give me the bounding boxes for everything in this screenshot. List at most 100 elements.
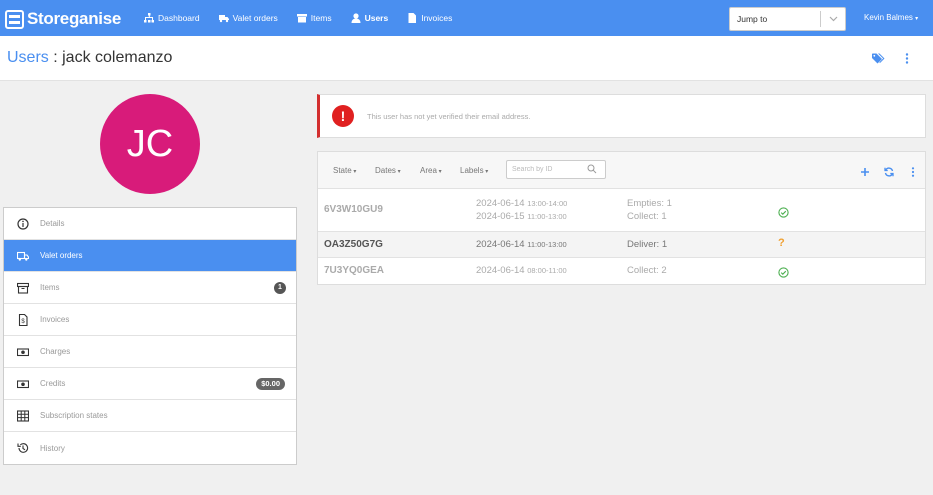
nav-dashboard[interactable]: Dashboard — [144, 13, 200, 23]
user-side-menu: Details Valet orders Items 1 $ Invoices … — [3, 207, 297, 465]
nav-items[interactable]: Items — [296, 13, 332, 23]
avatar: JC — [100, 94, 200, 194]
nav-valet-orders-label: Valet orders — [232, 13, 278, 23]
archive-icon — [296, 14, 307, 23]
breadcrumb-users[interactable]: Users — [7, 49, 49, 66]
truck-icon — [16, 249, 29, 262]
sidebar-item-label: Credits — [40, 379, 66, 388]
sidebar-item-subscription-states[interactable]: Subscription states — [4, 400, 296, 432]
truck-icon — [218, 15, 229, 23]
sidebar-item-details[interactable]: Details — [4, 208, 296, 240]
order-id[interactable]: 6V3W10GU9 — [324, 204, 383, 215]
more-options-icon[interactable] — [905, 51, 909, 69]
invoice-icon: $ — [16, 313, 29, 326]
order-date: 2024-06-14 — [476, 265, 525, 276]
nav-items-label: Items — [310, 13, 332, 23]
brand-logo[interactable]: Storeganise — [5, 9, 121, 29]
order-id[interactable]: 7U3YQ0GEA — [324, 265, 384, 276]
nav-invoices-label: Invoices — [421, 13, 453, 23]
sidebar-item-label: Valet orders — [40, 251, 83, 260]
filter-labels[interactable]: Labels — [460, 166, 488, 175]
nav-dashboard-label: Dashboard — [158, 13, 200, 23]
order-date: 2024-06-14 — [476, 198, 525, 209]
history-icon — [16, 442, 29, 455]
nav-valet-orders[interactable]: Valet orders — [218, 13, 278, 23]
user-name-title: jack colemanzo — [62, 49, 173, 66]
order-actions: Collect: 2 — [627, 264, 667, 277]
top-navbar: Storeganise Dashboard Valet orders Items… — [0, 0, 933, 36]
sidebar-item-credits[interactable]: Credits $0.00 — [4, 368, 296, 400]
order-time: 08:00-11:00 — [527, 266, 567, 275]
filter-area[interactable]: Area — [420, 166, 442, 175]
order-action: Empties: 1 — [627, 198, 672, 209]
orders-toolbar: State Dates Area Labels — [318, 152, 925, 189]
svg-text:$: $ — [21, 319, 25, 325]
order-action: Collect: 2 — [627, 265, 667, 276]
logo-icon — [5, 9, 24, 29]
filter-dates[interactable]: Dates — [375, 166, 401, 175]
order-dates: 2024-06-14 08:00-11:00 — [476, 264, 567, 277]
valet-orders-panel: State Dates Area Labels 6V3W10GU9 2024-0… — [317, 151, 926, 285]
order-action: Deliver: 1 — [627, 239, 668, 250]
sidebar-item-charges[interactable]: Charges — [4, 336, 296, 368]
table-row[interactable]: 7U3YQ0GEA 2024-06-14 08:00-11:00 Collect… — [318, 258, 925, 284]
order-actions: Deliver: 1 — [627, 238, 667, 251]
info-circle-icon — [16, 217, 29, 230]
items-count-badge: 1 — [274, 281, 286, 294]
order-date: 2024-06-14 — [476, 239, 525, 250]
nav-invoices[interactable]: Invoices — [407, 13, 452, 23]
sidebar-item-history[interactable]: History — [4, 432, 296, 464]
sidebar-item-label: Charges — [40, 347, 71, 356]
order-date: 2024-06-15 — [476, 211, 525, 222]
refresh-icon[interactable] — [884, 164, 894, 182]
exclamation-icon: ! — [332, 105, 354, 127]
alert-message: This user has not yet verified their ema… — [367, 111, 531, 121]
order-time: 11:00-13:00 — [527, 212, 567, 221]
breadcrumb-separator: : — [48, 49, 63, 66]
user-icon — [351, 13, 361, 23]
sidebar-item-label: Items — [40, 283, 60, 292]
sidebar-item-label: Invoices — [40, 315, 70, 324]
table-row[interactable]: 6V3W10GU9 2024-06-14 13:00-14:00 2024-06… — [318, 189, 925, 232]
file-icon — [408, 13, 417, 23]
money-icon — [16, 377, 29, 390]
search-input[interactable] — [507, 166, 587, 173]
search-box — [506, 160, 606, 179]
question-icon: ? — [778, 237, 785, 249]
sidebar-item-invoices[interactable]: $ Invoices — [4, 304, 296, 336]
sidebar-item-label: Subscription states — [40, 411, 108, 420]
check-circle-icon — [778, 265, 789, 283]
archive-icon — [16, 281, 29, 294]
filter-state[interactable]: State — [333, 166, 356, 175]
add-icon[interactable] — [860, 164, 870, 182]
tags-icon[interactable] — [872, 51, 885, 69]
money-icon — [16, 345, 29, 358]
jump-to-label: Jump to — [737, 14, 768, 24]
table-icon — [16, 409, 29, 422]
order-action: Collect: 1 — [627, 211, 667, 222]
nav-users[interactable]: Users — [351, 13, 388, 23]
sidebar-item-valet-orders[interactable]: Valet orders — [4, 240, 296, 272]
order-dates: 2024-06-14 11:00-13:00 — [476, 238, 567, 251]
email-unverified-alert: ! This user has not yet verified their e… — [317, 94, 926, 138]
order-time: 11:00-13:00 — [527, 240, 567, 249]
table-row[interactable]: OA3Z50G7G 2024-06-14 11:00-13:00 Deliver… — [318, 232, 925, 258]
sidebar-item-items[interactable]: Items 1 — [4, 272, 296, 304]
avatar-initials: JC — [126, 122, 174, 165]
credits-balance-badge: $0.00 — [256, 377, 285, 390]
search-icon[interactable] — [587, 161, 597, 179]
main-nav: Dashboard Valet orders Items Users Invoi… — [144, 0, 471, 36]
chevron-down-icon[interactable] — [821, 16, 845, 22]
sitemap-icon — [144, 13, 154, 23]
user-menu-name: Kevin Balmes — [864, 13, 913, 22]
jump-to-select[interactable]: Jump to — [729, 7, 846, 31]
user-menu[interactable]: Kevin Balmes ▾ — [864, 13, 918, 22]
page-header: Users : jack colemanzo — [0, 36, 933, 81]
order-actions: Empties: 1 Collect: 1 — [627, 197, 672, 223]
order-id[interactable]: OA3Z50G7G — [324, 239, 383, 250]
brand-name: Storeganise — [27, 9, 122, 28]
caret-down-icon: ▾ — [915, 16, 919, 22]
more-options-icon[interactable] — [911, 164, 915, 182]
sidebar-item-label: Details — [40, 219, 65, 228]
page-title: Users : jack colemanzo — [7, 49, 172, 67]
